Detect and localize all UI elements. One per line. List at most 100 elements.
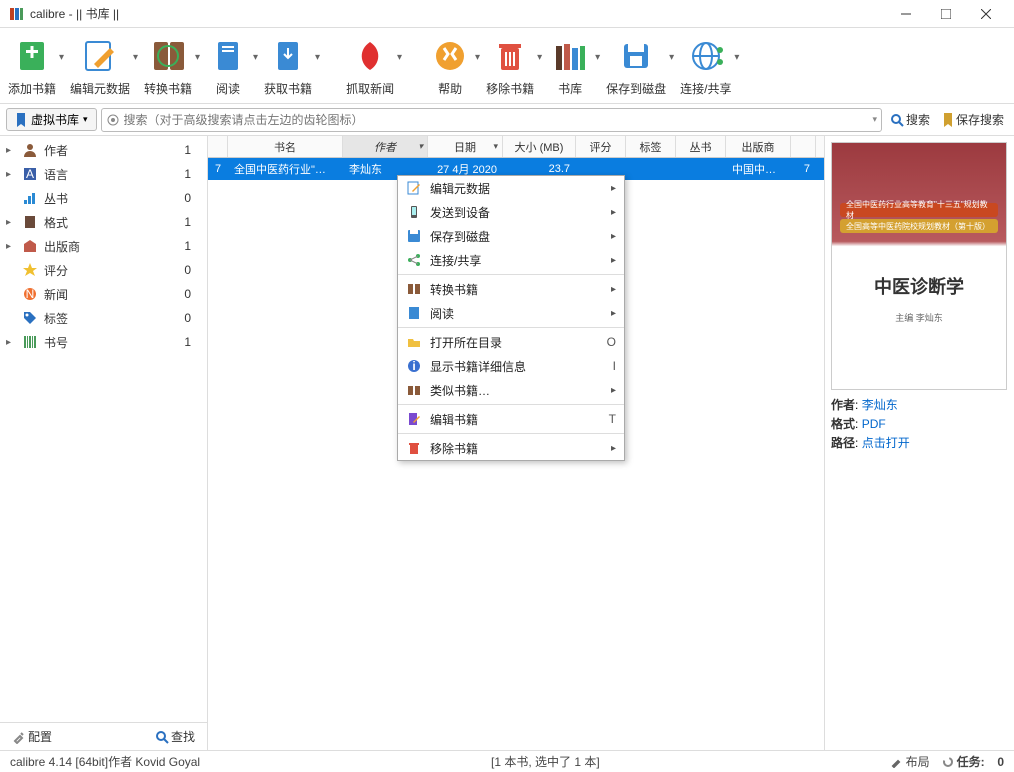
sidebar-item-label: 评分 xyxy=(44,262,178,279)
wrench-icon xyxy=(891,756,903,768)
col-num[interactable] xyxy=(208,136,228,157)
close-button[interactable] xyxy=(966,2,1006,26)
expand-icon: ▸ xyxy=(6,337,16,348)
svg-text:i: i xyxy=(412,359,415,373)
toolbar-remove-books[interactable]: 移除书籍 ▾ xyxy=(486,34,534,97)
connect-share-icon xyxy=(406,252,422,268)
format-link[interactable]: PDF xyxy=(862,417,886,431)
menu-similar[interactable]: 类似书籍… ▸ xyxy=(398,378,624,402)
toolbar-convert-books[interactable]: 转换书籍 ▾ xyxy=(144,34,192,97)
save-disk-icon xyxy=(406,228,422,244)
maximize-button[interactable] xyxy=(926,2,966,26)
status-bar: calibre 4.14 [64bit]作者 Kovid Goyal [1 本书… xyxy=(0,750,1014,772)
menu-connect-share[interactable]: 连接/共享 ▸ xyxy=(398,248,624,272)
gear-icon[interactable] xyxy=(106,113,120,127)
search-icon xyxy=(890,113,904,127)
menu-show-details[interactable]: i 显示书籍详细信息 I xyxy=(398,354,624,378)
col-header[interactable]: 书名 xyxy=(228,136,343,157)
chevron-down-icon[interactable]: ▾ xyxy=(872,114,877,125)
toolbar-fetch-books[interactable]: 获取书籍 ▾ xyxy=(264,34,312,97)
author-link[interactable]: 李灿东 xyxy=(862,398,898,412)
col-header[interactable]: 标签 xyxy=(626,136,676,157)
menu-remove[interactable]: 移除书籍 ▸ xyxy=(398,436,624,460)
toolbar-view[interactable]: 阅读 ▾ xyxy=(206,34,250,97)
config-button[interactable]: 配置 xyxy=(8,726,56,747)
toolbar-label: 添加书籍 xyxy=(8,80,56,97)
sidebar-item-author[interactable]: ▸ 作者 1 xyxy=(0,138,207,162)
submenu-arrow-icon: ▸ xyxy=(611,255,616,266)
sidebar-item-tags[interactable]: 标签 0 xyxy=(0,306,207,330)
search-input[interactable] xyxy=(124,113,873,127)
sidebar-item-count: 0 xyxy=(184,191,201,205)
sidebar-item-rating[interactable]: 评分 0 xyxy=(0,258,207,282)
toolbar-connect-share[interactable]: 连接/共享 ▾ xyxy=(680,34,731,97)
col-header[interactable]: 作者 xyxy=(343,136,428,157)
bookmark-icon xyxy=(15,113,27,127)
col-header[interactable]: 丛书 xyxy=(676,136,726,157)
add-books-icon xyxy=(10,34,54,78)
status-count: [1 本书, 选中了 1 本] xyxy=(200,753,891,770)
sidebar-item-count: 0 xyxy=(184,287,201,301)
search-button[interactable]: 搜索 xyxy=(886,109,934,130)
book-cover[interactable]: 全国中医药行业高等教育"十三五"规划教材 全国高等中医药院校规划教材（第十版） … xyxy=(831,142,1007,390)
virtual-library-button[interactable]: 虚拟书库 ▾ xyxy=(6,108,97,131)
menu-open-folder[interactable]: 打开所在目录 O xyxy=(398,330,624,354)
menu-edit-book[interactable]: 编辑书籍 T xyxy=(398,407,624,431)
cell-title: 全国中医药行业"… xyxy=(228,158,343,180)
minimize-button[interactable] xyxy=(886,2,926,26)
toolbar-label: 帮助 xyxy=(438,80,462,97)
menu-edit-meta[interactable]: 编辑元数据 ▸ xyxy=(398,176,624,200)
menu-save-disk[interactable]: 保存到磁盘 ▸ xyxy=(398,224,624,248)
toolbar-label: 书库 xyxy=(558,80,582,97)
toolbar-add-books[interactable]: 添加书籍 ▾ xyxy=(8,34,56,97)
col-header[interactable]: 评分 xyxy=(576,136,626,157)
submenu-arrow-icon: ▸ xyxy=(611,207,616,218)
sidebar-item-ids[interactable]: ▸ 书号 1 xyxy=(0,330,207,354)
col-header[interactable] xyxy=(791,136,816,157)
toolbar-edit-metadata[interactable]: 编辑元数据 ▾ xyxy=(70,34,130,97)
toolbar-help[interactable]: 帮助 ▾ xyxy=(428,34,472,97)
toolbar-label: 编辑元数据 xyxy=(70,80,130,97)
path-link[interactable]: 点击打开 xyxy=(862,436,910,450)
menu-convert[interactable]: 转换书籍 ▸ xyxy=(398,277,624,301)
sidebar-item-label: 新闻 xyxy=(44,286,178,303)
sidebar-item-news[interactable]: N 新闻 0 xyxy=(0,282,207,306)
expand-icon: ▸ xyxy=(6,217,16,228)
col-header[interactable]: 日期 xyxy=(428,136,503,157)
sidebar-item-count: 0 xyxy=(184,263,201,277)
sidebar-item-format[interactable]: ▸ 格式 1 xyxy=(0,210,207,234)
edit-metadata-icon xyxy=(78,34,122,78)
sidebar-item-series[interactable]: 丛书 0 xyxy=(0,186,207,210)
menu-send-device[interactable]: 发送到设备 ▸ xyxy=(398,200,624,224)
menu-shortcut: I xyxy=(602,359,616,373)
save-search-button[interactable]: 保存搜索 xyxy=(938,109,1008,130)
toolbar-label: 抓取新闻 xyxy=(346,80,394,97)
tasks-indicator[interactable]: 任务: 0 xyxy=(942,753,1004,770)
toolbar-fetch-news[interactable]: 抓取新闻 ▾ xyxy=(346,34,394,97)
toolbar-label: 保存到磁盘 xyxy=(606,80,666,97)
chevron-down-icon: ▾ xyxy=(253,52,258,63)
view-icon xyxy=(206,34,250,78)
sidebar-item-language[interactable]: ▸ A 语言 1 xyxy=(0,162,207,186)
chevron-down-icon: ▾ xyxy=(133,52,138,63)
find-button[interactable]: 查找 xyxy=(151,726,199,747)
sidebar-item-publisher[interactable]: ▸ 出版商 1 xyxy=(0,234,207,258)
sidebar-item-count: 1 xyxy=(184,167,201,181)
sidebar-footer: 配置 查找 xyxy=(0,722,207,750)
toolbar-library[interactable]: 书库 ▾ xyxy=(548,34,592,97)
sidebar-item-label: 标签 xyxy=(44,310,178,327)
open-folder-icon xyxy=(406,334,422,350)
layout-button[interactable]: 布局 xyxy=(891,753,930,770)
submenu-arrow-icon: ▸ xyxy=(611,183,616,194)
toolbar-label: 阅读 xyxy=(216,80,240,97)
cell-tags xyxy=(626,158,676,180)
similar-icon xyxy=(406,382,422,398)
toolbar-label: 移除书籍 xyxy=(486,80,534,97)
toolbar-save-disk[interactable]: 保存到磁盘 ▾ xyxy=(606,34,666,97)
publisher-icon xyxy=(22,238,38,254)
submenu-arrow-icon: ▸ xyxy=(611,385,616,396)
col-header[interactable]: 出版商 xyxy=(726,136,791,157)
col-header[interactable]: 大小 (MB) xyxy=(503,136,576,157)
menu-read[interactable]: 阅读 ▸ xyxy=(398,301,624,325)
fetch-news-icon xyxy=(348,34,392,78)
